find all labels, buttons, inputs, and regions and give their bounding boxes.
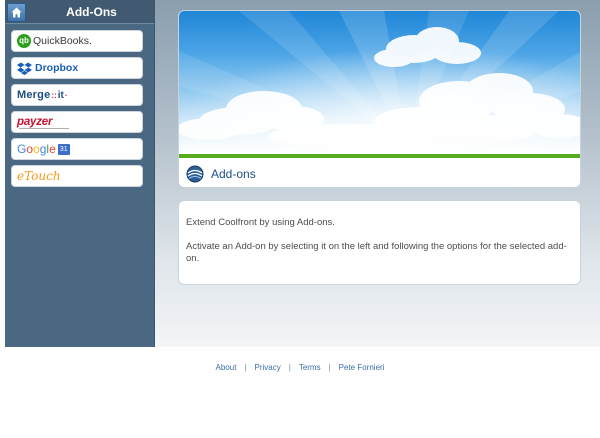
info-card: Extend Coolfront by using Add-ons. Activ… — [178, 200, 581, 285]
sky-banner-image — [179, 11, 580, 154]
mergeit-dots: :: — [51, 91, 57, 100]
info-instructions-text: Activate an Add-on by selecting it on th… — [186, 241, 567, 264]
google-calendar-icon: 31 — [57, 143, 70, 155]
addon-list: qb QuickBooks. Dropbox Merge::it· payzer… — [5, 24, 154, 187]
footer-separator: | — [288, 363, 291, 372]
mergeit-label-right: it — [57, 90, 64, 101]
sidebar-title: Add-Ons — [66, 5, 117, 19]
dropbox-label: Dropbox — [35, 62, 79, 74]
hero-card: Add-ons — [178, 10, 581, 188]
google-label: Google — [17, 142, 56, 156]
mergeit-label-left: Merge — [17, 89, 51, 101]
footer: About | Privacy | Terms | Pete Fornieri — [0, 363, 600, 372]
mergeit-suffix: · — [64, 91, 68, 100]
info-intro-text: Extend Coolfront by using Add-ons. — [186, 217, 335, 228]
addon-item-quickbooks[interactable]: qb QuickBooks. — [11, 30, 143, 52]
mergeit-logo: Merge::it· — [17, 89, 69, 101]
google-logo: Google 31 — [17, 142, 70, 156]
addon-item-payzer[interactable]: payzer — [11, 111, 143, 133]
etouch-label: eTouch — [17, 169, 61, 183]
addon-item-dropbox[interactable]: Dropbox — [11, 57, 143, 79]
addon-item-etouch[interactable]: eTouch — [11, 165, 143, 187]
page-title: Add-ons — [211, 166, 256, 181]
footer-separator: | — [244, 363, 247, 372]
payzer-tagline-line — [19, 128, 69, 129]
footer-link-terms[interactable]: Terms — [299, 363, 321, 372]
payzer-logo: payzer — [17, 116, 69, 129]
etouch-logo: eTouch — [17, 169, 61, 183]
quickbooks-logo: qb QuickBooks. — [17, 34, 92, 48]
main-content: Add-ons Extend Coolfront by using Add-on… — [155, 0, 600, 347]
sidebar-header: Add-Ons — [5, 0, 154, 24]
hero-title-row: Add-ons — [179, 158, 580, 187]
addon-item-google[interactable]: Google 31 — [11, 138, 143, 160]
footer-link-about[interactable]: About — [216, 363, 237, 372]
footer-link-privacy[interactable]: Privacy — [255, 363, 281, 372]
payzer-label: payzer — [17, 116, 53, 128]
addons-sidebar: Add-Ons qb QuickBooks. Dropbox Merge::it… — [5, 0, 155, 347]
dropbox-icon — [17, 62, 32, 75]
home-icon — [11, 7, 22, 18]
globe-icon — [186, 165, 204, 182]
dropbox-logo: Dropbox — [17, 62, 78, 75]
home-button[interactable] — [7, 3, 26, 22]
footer-link-user[interactable]: Pete Fornieri — [339, 363, 385, 372]
quickbooks-mark: qb — [17, 34, 31, 48]
addon-item-mergeit[interactable]: Merge::it· — [11, 84, 143, 106]
quickbooks-label: QuickBooks. — [33, 35, 92, 47]
footer-separator: | — [328, 363, 331, 372]
